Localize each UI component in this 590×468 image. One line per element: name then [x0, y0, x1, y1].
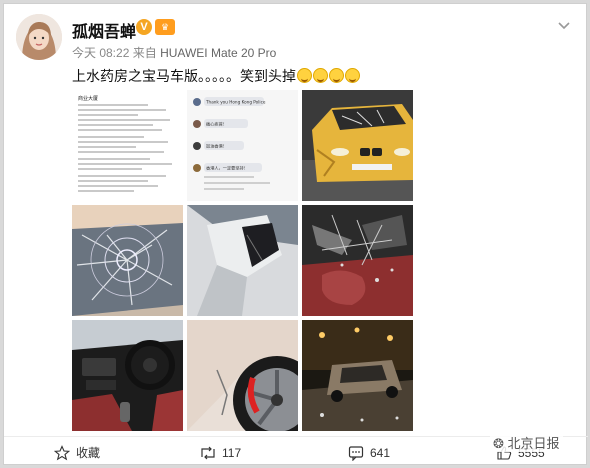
image-tile-dashboard[interactable]: [72, 320, 183, 431]
comment-icon: [348, 446, 364, 461]
post-time[interactable]: 今天 08:22: [72, 46, 129, 60]
image-grid: 商业大厦 Thank you Hong Kong Police 痛心疾首！ 加油…: [72, 90, 414, 431]
post-device[interactable]: HUAWEI Mate 20 Pro: [160, 46, 276, 60]
repost-icon: [201, 446, 215, 460]
laugh-cry-emoji-icon: [345, 68, 360, 83]
user-avatar[interactable]: [16, 14, 62, 60]
watermark-text: 北京日报: [507, 436, 560, 451]
chevron-down-icon[interactable]: [556, 18, 572, 34]
wechat-logo-icon: ❂: [493, 436, 504, 451]
star-icon: [54, 445, 70, 461]
image-tile-yellow-car[interactable]: [302, 90, 413, 201]
favorite-label: 收藏: [76, 446, 101, 460]
laugh-cry-emoji-icon: [329, 68, 344, 83]
post-body: 上水药房之宝马车版。。。。。笑到头掉: [72, 68, 296, 84]
image-tile-smashed-windshield[interactable]: [72, 205, 183, 316]
laugh-cry-emoji-icon: [297, 68, 312, 83]
comment-4-text: 香港人，一定要坚持！: [206, 165, 248, 172]
comment-count: 641: [370, 446, 391, 460]
image-tile-night-street[interactable]: [302, 320, 413, 431]
image-tile-wheel[interactable]: [187, 320, 298, 431]
user-name[interactable]: 孤烟吾蝉: [72, 18, 136, 42]
screenshot-heading: 商业大厦: [78, 95, 98, 102]
member-crown-icon: ♛: [155, 19, 175, 35]
image-tile-comments-screenshot[interactable]: Thank you Hong Kong Police 痛心疾首！ 加油香港！ 香…: [187, 90, 298, 201]
image-tile-text-screenshot[interactable]: 商业大厦: [72, 90, 183, 201]
post-source-label: 来自: [132, 46, 157, 60]
image-tile-side-mirror[interactable]: [187, 205, 298, 316]
comment-1-text: Thank you Hong Kong Police: [205, 100, 266, 105]
verified-badge-icon: V: [136, 19, 152, 35]
comment-3-text: 加油香港！: [206, 143, 227, 150]
beijing-daily-watermark: ❂ 北京日报: [490, 436, 563, 452]
comment-2-text: 痛心疾首！: [206, 121, 227, 128]
weibo-post-card: 孤烟吾蝉 V ♛ 今天 08:22 来自 HUAWEI Mate 20 Pro …: [3, 3, 588, 465]
laugh-cry-emoji-icon: [313, 68, 328, 83]
repost-count: 117: [222, 446, 242, 460]
image-tile-interior-damage[interactable]: [302, 205, 413, 316]
post-text: 上水药房之宝马车版。。。。。笑到头掉: [72, 66, 360, 86]
post-meta: 今天 08:22 来自 HUAWEI Mate 20 Pro: [72, 44, 276, 61]
